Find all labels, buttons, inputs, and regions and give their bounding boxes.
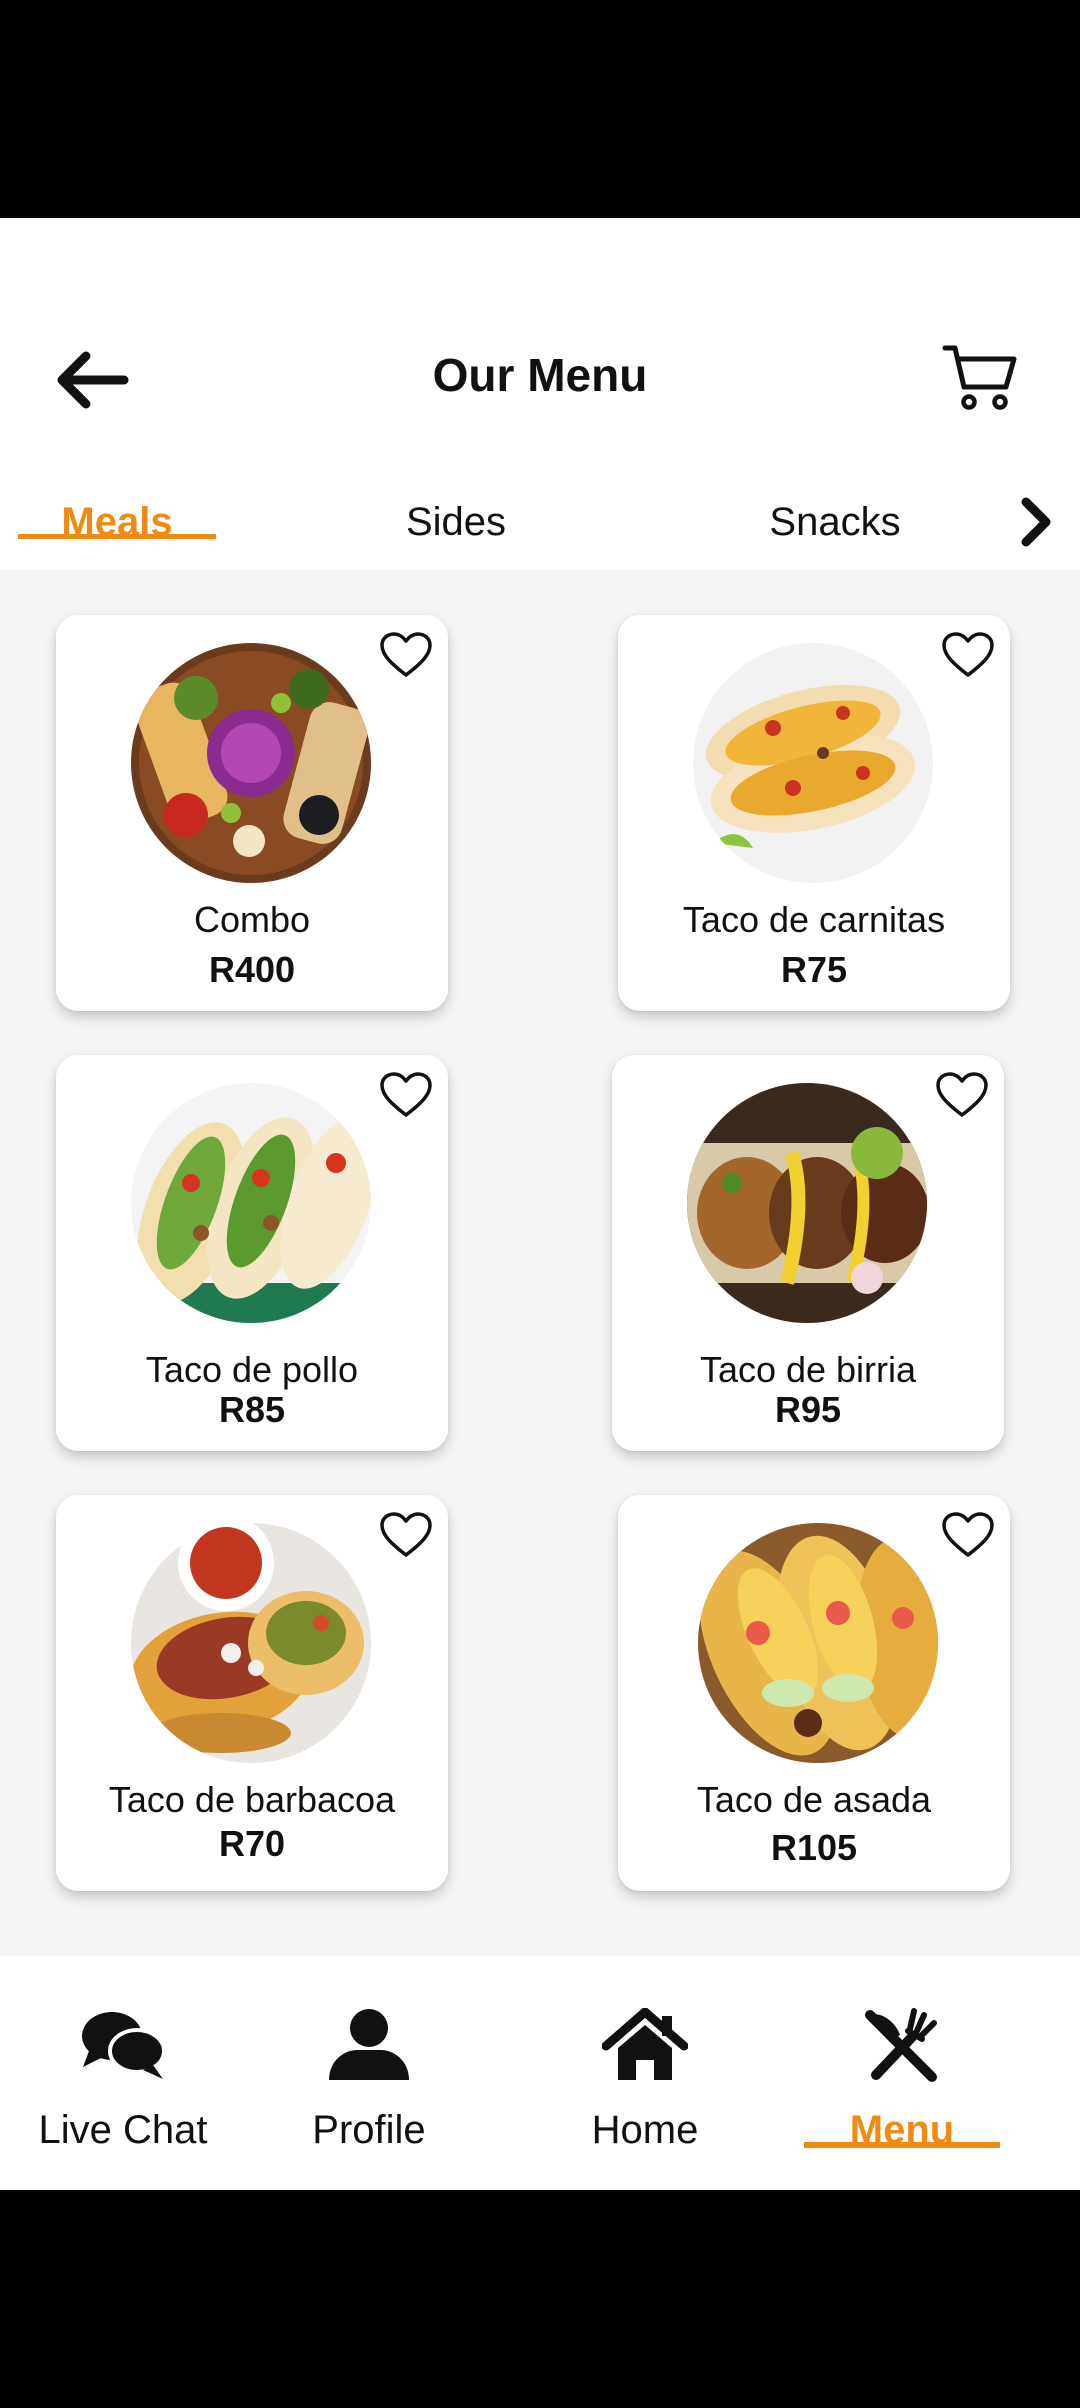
heart-icon <box>380 1512 432 1557</box>
nav-label: Home <box>591 2108 699 2152</box>
home-icon <box>600 2000 690 2090</box>
item-price: R400 <box>208 949 296 990</box>
favorite-button[interactable] <box>938 627 998 683</box>
favorite-button[interactable] <box>376 627 436 683</box>
utensils-icon <box>857 2000 947 2090</box>
tab-sides[interactable]: Sides <box>356 480 556 564</box>
nav-profile[interactable]: Profile <box>246 1956 492 2190</box>
favorite-button[interactable] <box>938 1507 998 1563</box>
tab-meals[interactable]: Meals <box>18 480 216 564</box>
item-name: Taco de barbacoa <box>108 1779 396 1820</box>
nav-home[interactable]: Home <box>522 1956 768 2190</box>
page-title: Our Menu <box>432 349 648 401</box>
status-bar-area <box>0 0 1080 218</box>
chevron-right-icon <box>1021 497 1051 547</box>
item-name: Taco de carnitas <box>682 899 946 940</box>
item-name: Taco de asada <box>696 1779 932 1820</box>
carnitas-food-image <box>693 643 933 883</box>
menu-item-card[interactable]: Combo R400 <box>56 615 448 1011</box>
heart-icon <box>380 1072 432 1117</box>
heart-icon <box>942 632 994 677</box>
item-price: R70 <box>218 1823 286 1864</box>
asada-food-image <box>698 1523 938 1763</box>
favorite-button[interactable] <box>376 1067 436 1123</box>
cart-icon <box>942 345 1017 410</box>
combo-food-image <box>131 643 371 883</box>
heart-icon <box>936 1072 988 1117</box>
item-name: Taco de birria <box>699 1349 917 1390</box>
item-name: Taco de pollo <box>145 1349 359 1390</box>
menu-item-card[interactable]: Taco de birria R95 <box>612 1055 1004 1451</box>
menu-screen: Our Menu Meals Sides Snacks Combo R400 T… <box>0 218 1080 2190</box>
favorite-button[interactable] <box>376 1507 436 1563</box>
category-tabs: Meals Sides Snacks <box>0 480 1080 570</box>
user-icon <box>324 2000 414 2090</box>
active-tab-indicator <box>18 534 216 539</box>
birria-food-image <box>687 1083 927 1323</box>
menu-item-card[interactable]: Taco de barbacoa R70 <box>56 1495 448 1891</box>
nav-live-chat[interactable]: Live Chat <box>0 1956 246 2190</box>
system-nav-area <box>0 2190 1080 2408</box>
nav-label: Live Chat <box>38 2108 208 2152</box>
menu-item-card[interactable]: Taco de pollo R85 <box>56 1055 448 1451</box>
cart-button[interactable] <box>938 336 1022 420</box>
heart-icon <box>380 632 432 677</box>
nav-label: Profile <box>312 2108 426 2152</box>
item-price: R75 <box>780 949 848 990</box>
bottom-navigation: Live Chat Profile Home Menu <box>0 1956 1080 2190</box>
heart-icon <box>942 1512 994 1557</box>
chat-icon <box>78 2000 168 2090</box>
header: Our Menu Meals Sides Snacks <box>0 218 1080 570</box>
pollo-food-image <box>131 1083 371 1323</box>
menu-item-card[interactable]: Taco de asada R105 <box>618 1495 1010 1891</box>
tab-snacks[interactable]: Snacks <box>720 480 950 564</box>
item-price: R105 <box>770 1827 858 1868</box>
tabs-next-button[interactable] <box>1010 480 1062 564</box>
barbacoa-food-image <box>131 1523 371 1763</box>
menu-item-card[interactable]: Taco de carnitas R75 <box>618 615 1010 1011</box>
item-name: Combo <box>193 899 311 940</box>
favorite-button[interactable] <box>932 1067 992 1123</box>
item-price: R85 <box>218 1389 286 1430</box>
active-nav-indicator <box>804 2142 1000 2148</box>
nav-menu[interactable]: Menu <box>804 1956 1000 2190</box>
item-price: R95 <box>774 1389 842 1430</box>
